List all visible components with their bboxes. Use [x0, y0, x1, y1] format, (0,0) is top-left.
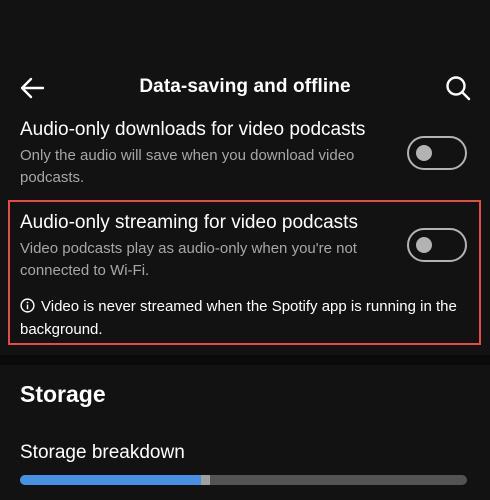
search-icon	[446, 76, 471, 101]
storage-section-title: Storage	[20, 381, 106, 407]
page-title: Data-saving and offline	[139, 76, 351, 97]
toggle-knob	[416, 237, 432, 253]
header: Data-saving and offline	[0, 58, 490, 118]
setting-label: Audio-only streaming for video podcasts	[20, 212, 358, 233]
status-bar	[0, 0, 490, 48]
search-button[interactable]	[440, 70, 476, 106]
toggle-knob	[416, 145, 432, 161]
setting-description: Only the audio will save when you downlo…	[20, 147, 355, 186]
info-note: Video is never streamed when the Spotify…	[20, 295, 470, 341]
setting-label: Audio-only downloads for video podcasts	[20, 119, 366, 140]
info-note-text: Video is never streamed when the Spotify…	[20, 298, 457, 338]
audio-only-downloads-toggle[interactable]	[407, 136, 467, 170]
setting-description: Video podcasts play as audio-only when y…	[20, 240, 357, 279]
storage-bar-used	[20, 475, 202, 485]
storage-bar	[20, 475, 467, 485]
info-icon	[20, 298, 35, 313]
section-divider	[0, 355, 490, 365]
audio-only-streaming-toggle[interactable]	[407, 228, 467, 262]
storage-breakdown-label[interactable]: Storage breakdown	[20, 442, 185, 464]
storage-bar-other	[201, 475, 210, 485]
